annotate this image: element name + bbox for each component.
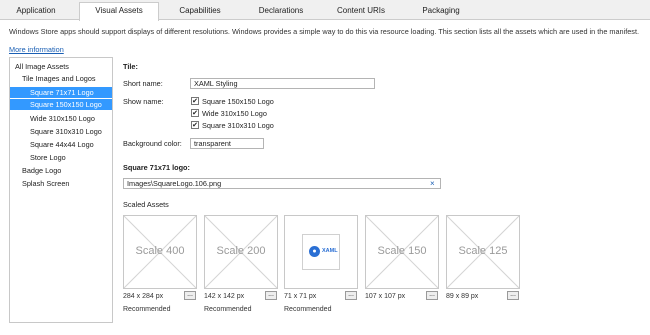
more-information-link[interactable]: More information: [9, 45, 64, 54]
show-name-square-150-label: Square 150x150 Logo: [202, 97, 274, 106]
asset-tree: All Image Assets Tile Images and Logos S…: [9, 57, 113, 323]
show-name-square-310-label: Square 310x310 Logo: [202, 121, 274, 130]
show-name-square-150-checkbox[interactable]: ✔: [191, 97, 199, 105]
tree-item-splash-screen[interactable]: Splash Screen: [10, 178, 112, 189]
tree-item-all-image-assets[interactable]: All Image Assets: [10, 61, 112, 72]
show-name-wide-310-label: Wide 310x150 Logo: [202, 109, 267, 118]
background-color-input[interactable]: transparent: [190, 138, 264, 149]
tree-item-square-71x71-logo[interactable]: Square 71x71 Logo: [10, 87, 112, 98]
tab-capabilities[interactable]: Capabilities: [159, 4, 241, 20]
asset-dimensions: 107 x 107 px: [365, 293, 406, 300]
browse-button[interactable]: ...: [265, 291, 277, 300]
background-color-label: Background color:: [123, 139, 182, 148]
tab-strip: Application Visual Assets Capabilities D…: [0, 0, 650, 21]
tree-item-square-150x150-logo[interactable]: Square 150x150 Logo: [10, 99, 112, 110]
asset-dimensions: 284 x 284 px: [123, 293, 164, 300]
xaml-logo-text: XAML: [322, 248, 338, 254]
tile-heading: Tile:: [123, 62, 138, 71]
asset-dimensions: 89 x 89 px: [446, 293, 479, 300]
asset-tile-scale-400[interactable]: Scale 400: [123, 215, 197, 289]
asset-recommended: Recommended: [204, 306, 252, 313]
tree-item-square-44x44-logo[interactable]: Square 44x44 Logo: [10, 139, 112, 150]
browse-button[interactable]: ...: [426, 291, 438, 300]
square-71-logo-heading: Square 71x71 logo:: [123, 163, 190, 172]
logo-path-input[interactable]: Images\SquareLogo.106.png: [123, 178, 441, 189]
show-name-label: Show name:: [123, 97, 164, 106]
browse-button[interactable]: ...: [507, 291, 519, 300]
asset-tile-scale-100[interactable]: ● XAML: [284, 215, 358, 289]
asset-tile-scale-125[interactable]: Scale 125: [446, 215, 520, 289]
tree-item-store-logo[interactable]: Store Logo: [10, 152, 112, 163]
asset-tile-scale-150[interactable]: Scale 150: [365, 215, 439, 289]
asset-scale-label: Scale 150: [377, 245, 427, 257]
asset-scale-label: Scale 125: [458, 245, 508, 257]
asset-dimensions: 71 x 71 px: [284, 293, 317, 300]
tree-item-tile-images-and-logos[interactable]: Tile Images and Logos: [10, 73, 112, 84]
clear-path-icon[interactable]: ×: [430, 179, 435, 188]
tab-application[interactable]: Application: [0, 4, 72, 20]
asset-recommended: Recommended: [123, 306, 171, 313]
tree-item-wide-310x150-logo[interactable]: Wide 310x150 Logo: [10, 113, 112, 124]
scaled-assets-label: Scaled Assets: [123, 200, 169, 209]
xaml-logo-icon: ● XAML: [302, 234, 340, 270]
tab-content-uris[interactable]: Content URIs: [321, 4, 401, 20]
tab-visual-assets[interactable]: Visual Assets: [79, 2, 159, 21]
asset-dimensions: 142 x 142 px: [204, 293, 245, 300]
asset-scale-label: Scale 200: [216, 245, 266, 257]
browse-button[interactable]: ...: [184, 291, 196, 300]
show-name-square-310-checkbox[interactable]: ✔: [191, 121, 199, 129]
tab-packaging[interactable]: Packaging: [401, 4, 481, 20]
browse-button[interactable]: ...: [345, 291, 357, 300]
asset-scale-label: Scale 400: [135, 245, 185, 257]
asset-recommended: Recommended: [284, 306, 332, 313]
show-name-wide-310-checkbox[interactable]: ✔: [191, 109, 199, 117]
tab-declarations[interactable]: Declarations: [241, 4, 321, 20]
asset-tile-scale-200[interactable]: Scale 200: [204, 215, 278, 289]
section-description: Windows Store apps should support displa…: [9, 27, 640, 36]
tree-item-square-310x310-logo[interactable]: Square 310x310 Logo: [10, 126, 112, 137]
short-name-label: Short name:: [123, 79, 163, 88]
xaml-logo-mark: ●: [309, 246, 320, 257]
tree-item-badge-logo[interactable]: Badge Logo: [10, 165, 112, 176]
short-name-input[interactable]: XAML Styling: [190, 78, 375, 89]
